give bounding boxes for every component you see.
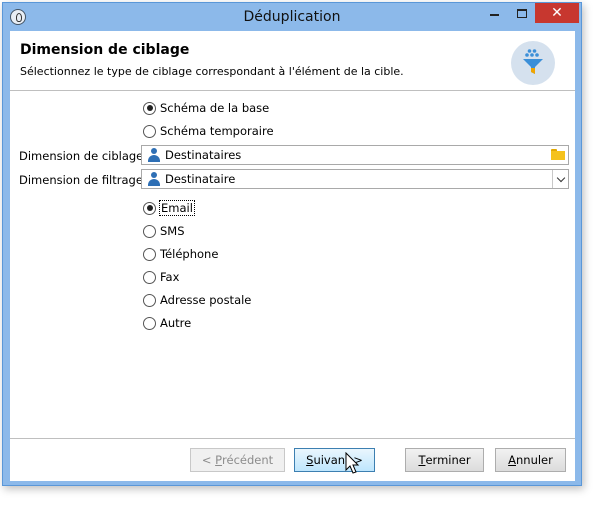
radio-fax[interactable]: Fax: [143, 268, 179, 286]
filtering-dimension-label: Dimension de filtrage:: [19, 173, 147, 187]
radio-label: Adresse postale: [160, 293, 252, 307]
filtering-dimension-select[interactable]: Destinataire: [141, 169, 569, 189]
radio-button[interactable]: [143, 101, 156, 115]
user-icon: [148, 148, 160, 162]
folder-icon[interactable]: [551, 149, 565, 160]
cancel-label: nnuler: [516, 453, 553, 467]
previous-label: récédent: [222, 453, 274, 467]
radio-button[interactable]: [143, 124, 156, 138]
targeting-dimension-label: Dimension de ciblage:: [19, 149, 148, 163]
previous-prefix: <: [201, 453, 216, 467]
radio-label: Autre: [160, 316, 192, 330]
wizard-header: Dimension de ciblage Sélectionnez le typ…: [10, 31, 575, 89]
page-title: Dimension de ciblage: [20, 42, 190, 58]
radio-button[interactable]: [143, 201, 156, 215]
radio-label: Téléphone: [160, 247, 219, 261]
next-mnemonic: S: [306, 453, 314, 467]
mouse-cursor-icon: [345, 452, 360, 474]
funnel-icon-graphic: [523, 49, 543, 74]
radio-label: Email: [159, 200, 195, 216]
close-button[interactable]: ✕: [535, 3, 579, 23]
radio-button[interactable]: [143, 293, 156, 307]
radio-button[interactable]: [143, 247, 156, 261]
radio-schema-temp[interactable]: Schéma temporaire: [143, 122, 274, 140]
finish-mnemonic: T: [418, 453, 426, 467]
cancel-button[interactable]: Annuler: [495, 448, 566, 472]
radio-label: Schéma de la base: [160, 101, 270, 115]
previous-button[interactable]: < Précédent: [190, 448, 285, 472]
radio-button[interactable]: [143, 316, 156, 330]
targeting-dimension-field[interactable]: Destinataires: [141, 145, 569, 165]
radio-postal-address[interactable]: Adresse postale: [143, 291, 251, 309]
finish-button[interactable]: Terminer: [405, 448, 484, 472]
header-divider: [10, 90, 575, 91]
previous-mnemonic: P: [215, 453, 223, 467]
radio-telephone[interactable]: Téléphone: [143, 245, 218, 263]
radio-email[interactable]: Email: [143, 199, 195, 217]
title-bar[interactable]: Déduplication ✕: [3, 3, 581, 31]
radio-label: Fax: [160, 270, 180, 284]
chevron-down-icon: [556, 173, 565, 182]
next-button[interactable]: Suivant >: [294, 448, 375, 472]
radio-label: SMS: [160, 224, 185, 238]
dialog-content: Dimension de ciblage Sélectionnez le typ…: [10, 31, 575, 481]
radio-button[interactable]: [143, 270, 156, 284]
radio-other[interactable]: Autre: [143, 314, 191, 332]
filtering-dimension-value: Destinataire: [165, 172, 236, 186]
dropdown-button[interactable]: [552, 170, 568, 188]
funnel-icon: [511, 41, 555, 85]
close-icon: ✕: [551, 5, 563, 21]
maximize-button[interactable]: [509, 3, 535, 23]
maximize-icon: [517, 8, 527, 18]
minimize-button[interactable]: [481, 3, 507, 23]
cancel-mnemonic: A: [508, 453, 516, 467]
finish-label: erminer: [425, 453, 471, 467]
radio-button[interactable]: [143, 224, 156, 238]
page-subtitle: Sélectionnez le type de ciblage correspo…: [20, 65, 404, 78]
minimize-icon: [489, 14, 499, 16]
radio-label: Schéma temporaire: [160, 124, 274, 138]
footer-divider: [10, 438, 575, 439]
dialog-window: Déduplication ✕ Dimension de ciblage Sél…: [2, 2, 582, 486]
user-icon: [148, 172, 160, 186]
radio-sms[interactable]: SMS: [143, 222, 185, 240]
radio-schema-base[interactable]: Schéma de la base: [143, 99, 269, 117]
targeting-dimension-value: Destinataires: [165, 148, 242, 162]
